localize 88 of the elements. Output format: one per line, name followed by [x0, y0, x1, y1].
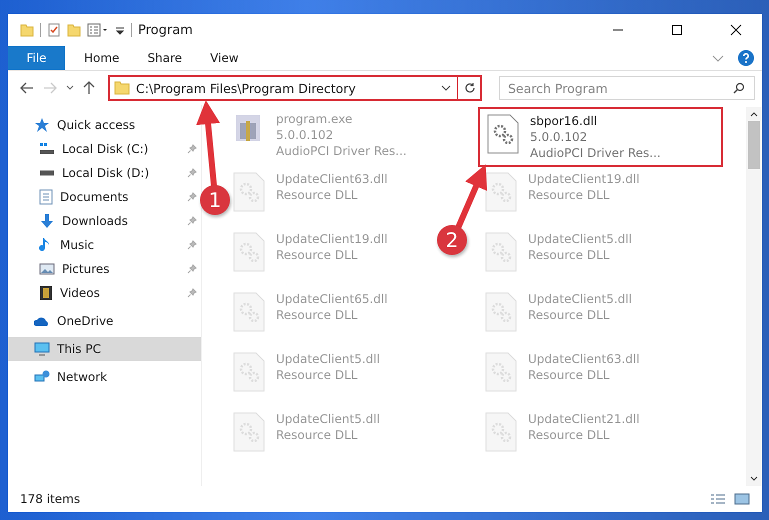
drive-icon: [39, 142, 55, 156]
star-icon: [34, 117, 50, 133]
cloud-icon: [34, 315, 50, 327]
download-arrow-icon: [39, 213, 55, 229]
address-field[interactable]: C:\Program Files\Program Directory: [108, 75, 482, 101]
file-detail: 5.0.0.102: [530, 129, 588, 145]
sidebar-item[interactable]: Local Disk (D:): [8, 161, 201, 185]
window-title: Program: [138, 22, 193, 38]
address-path: C:\Program Files\Program Directory: [136, 80, 357, 96]
drive-icon: [39, 170, 55, 176]
expand-ribbon-icon[interactable]: [712, 53, 724, 63]
file-detail: AudioPCI Driver Res...: [530, 145, 661, 161]
recent-caret-icon[interactable]: [66, 85, 74, 91]
gear-file-icon: [232, 351, 266, 393]
sidebar-item[interactable]: Documents: [8, 185, 201, 209]
file-detail: Resource DLL: [528, 367, 610, 383]
file-name: UpdateClient65.dll: [276, 291, 388, 307]
file-name: UpdateClient19.dll: [528, 171, 640, 187]
scrollbar-thumb[interactable]: [748, 121, 760, 169]
sidebar-item[interactable]: Downloads: [8, 209, 201, 233]
gear-file-icon: [484, 351, 518, 393]
file-name: UpdateClient5.dll: [528, 291, 632, 307]
sidebar-item[interactable]: Music: [8, 233, 201, 257]
file-detail: Resource DLL: [528, 307, 610, 323]
file-detail: Resource DLL: [528, 427, 610, 443]
dropdown-caret-icon[interactable]: [441, 84, 451, 92]
help-icon[interactable]: [738, 50, 754, 66]
file-item[interactable]: sbpor16.dll 5.0.0.102 AudioPCI Driver Res...: [478, 107, 723, 167]
file-name: UpdateClient5.dll: [276, 411, 380, 427]
item-count: 178 items: [20, 492, 80, 506]
picture-icon: [39, 262, 55, 276]
ribbon-tab[interactable]: View: [201, 51, 248, 65]
file-detail: Resource DLL: [528, 187, 610, 203]
search-field[interactable]: Search Program: [499, 76, 755, 100]
details-view-icon[interactable]: [710, 493, 726, 505]
gear-file-icon: [484, 171, 518, 213]
maximize-icon[interactable]: [671, 24, 683, 36]
file-detail: Resource DLL: [276, 187, 358, 203]
file-name: UpdateClient63.dll: [276, 171, 388, 187]
close-icon[interactable]: [730, 24, 742, 36]
file-name: UpdateClient21.dll: [528, 411, 640, 427]
gear-file-icon: [486, 113, 520, 155]
ribbon-tab[interactable]: Home: [75, 51, 128, 65]
file-detail: Resource DLL: [276, 247, 358, 263]
file-detail: Resource DLL: [276, 307, 358, 323]
film-icon: [39, 285, 53, 301]
sidebar-item[interactable]: This PC: [8, 337, 201, 361]
search-icon: [733, 82, 745, 94]
gear-file-icon: [232, 231, 266, 273]
scroll-down-icon[interactable]: [750, 476, 758, 482]
properties-icon[interactable]: [47, 23, 61, 37]
scroll-up-icon[interactable]: [750, 111, 758, 117]
file-detail: Resource DLL: [276, 367, 358, 383]
file-name: UpdateClient63.dll: [528, 351, 640, 367]
file-detail: Resource DLL: [528, 247, 610, 263]
file-name: UpdateClient5.dll: [276, 351, 380, 367]
folder-icon: [114, 81, 130, 95]
refresh-icon[interactable]: [464, 82, 476, 94]
document-icon: [39, 189, 53, 205]
sidebar-item[interactable]: Videos: [8, 281, 201, 305]
file-name: UpdateClient5.dll: [528, 231, 632, 247]
ribbon-tab[interactable]: Share: [138, 51, 192, 65]
monitor-icon: [34, 342, 50, 356]
file-name: sbpor16.dll: [530, 113, 598, 129]
sidebar-item[interactable]: Network: [8, 365, 201, 389]
sidebar-item[interactable]: Pictures: [8, 257, 201, 281]
file-tab[interactable]: File: [8, 46, 65, 70]
sidebar-item[interactable]: Quick access: [8, 113, 201, 137]
sidebar-item[interactable]: OneDrive: [8, 309, 201, 333]
gear-file-icon: [232, 171, 266, 213]
file-detail: Resource DLL: [276, 427, 358, 443]
gear-file-icon: [484, 291, 518, 333]
sidebar-item[interactable]: Local Disk (C:): [8, 137, 201, 161]
file-name: UpdateClient19.dll: [276, 231, 388, 247]
up-arrow-icon[interactable]: [83, 81, 95, 95]
large-icons-view-icon[interactable]: [734, 493, 750, 505]
gear-file-icon: [232, 411, 266, 453]
network-icon: [34, 370, 50, 384]
gear-file-icon: [232, 291, 266, 333]
gear-file-icon: [484, 231, 518, 273]
view-options-icon[interactable]: [87, 23, 109, 37]
file-name: program.exe: [276, 111, 354, 127]
scrollbar[interactable]: [746, 107, 762, 486]
callout-arrow: [455, 164, 488, 230]
gear-file-icon: [484, 411, 518, 453]
file-detail: AudioPCI Driver Res...: [276, 143, 407, 159]
file-detail: 5.0.0.102: [276, 127, 334, 143]
back-arrow-icon[interactable]: [20, 82, 34, 94]
